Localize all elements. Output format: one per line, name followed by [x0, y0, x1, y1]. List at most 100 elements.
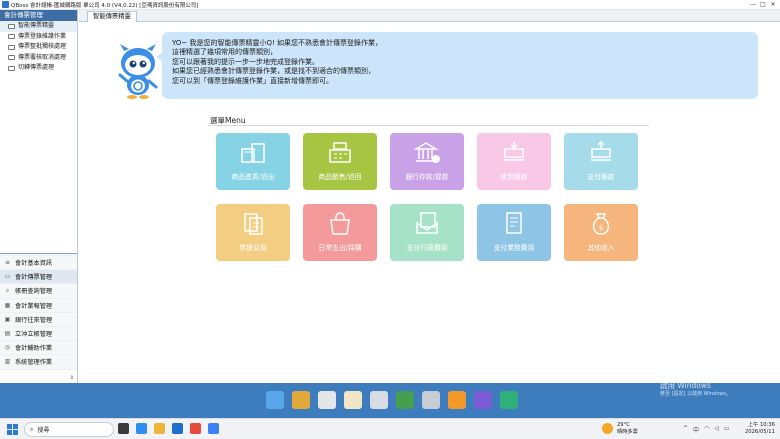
module-auxiliary[interactable]: ◎ 會計輔助作業 [0, 341, 77, 356]
tile-label: 支付行政費用 [406, 244, 448, 252]
wifi-icon[interactable]: ◠ [704, 425, 709, 434]
search-icon: ⌕ [30, 425, 34, 433]
message-line: 如果您已經熟悉會計傳票登錄作業，或是找不到適合的傳票類別， [172, 67, 375, 76]
search-icon: ⌕ [5, 287, 10, 295]
receive-money-icon [504, 142, 524, 161]
exit-icon[interactable] [500, 391, 518, 409]
tile-label: 日常支出/採購 [318, 244, 362, 252]
bank-icon [413, 142, 440, 163]
sidebar-item-label: 傳票登錄維護作業 [18, 32, 67, 40]
module-voucher[interactable]: ▭ 會計傳票管理 [0, 270, 77, 285]
windows-taskbar: ⌕ 搜尋 29°C 晴時多雲 ^ 中 ◠ ◁ ▭ 上午 10:36 2026/0… [0, 418, 780, 439]
language-icon[interactable]: 中 [693, 425, 699, 434]
chevron-up-icon[interactable]: ^ [683, 425, 688, 434]
scale-icon[interactable] [292, 391, 310, 409]
main-panel: 智能傳票精靈 YO~ 我是您的智能傳票精靈小Q! 如果您不熟悉會計傳票登錄作業，… [79, 10, 780, 383]
pay-money-icon [591, 140, 611, 161]
module-reports[interactable]: ▦ 會計業報管理 [0, 298, 77, 313]
tile-pay-account[interactable]: 支付帳款 [564, 133, 638, 190]
module-label: 立沖立帳管理 [15, 331, 53, 339]
system-tray: ^ 中 ◠ ◁ ▭ [683, 425, 735, 434]
tile-bill-cash[interactable]: 票據兌現 [216, 204, 290, 261]
folder-icon[interactable] [422, 391, 440, 409]
report-icon: ▦ [4, 301, 11, 309]
invoice-icon [506, 212, 522, 234]
tile-bank-deposit[interactable]: 銀行存款/提款 [390, 133, 464, 190]
module-label: 帳冊查詢管理 [15, 288, 53, 296]
weather-widget[interactable]: 29°C 晴時多雲 [602, 422, 638, 435]
module-basic-info[interactable]: ≡ 會計基本資訊 [0, 256, 77, 271]
windows-start-icon[interactable] [7, 424, 18, 435]
money-bag-icon: $ [592, 213, 610, 235]
q-icon[interactable] [474, 391, 492, 409]
folder-icon [8, 65, 15, 71]
qboss-icon[interactable] [208, 423, 219, 434]
tab-bar: 智能傳票精靈 [79, 10, 780, 22]
folder-icon: ▭ [4, 273, 11, 281]
module-system[interactable]: ▥ 系統管理作業 [0, 355, 77, 370]
module-label: 會計傳票管理 [15, 274, 53, 282]
scroll-arrows-icon[interactable]: ⇕ [70, 375, 74, 381]
sidebar-item-voucher-entry[interactable]: 傳票登錄維護作業 [0, 32, 77, 43]
store-icon[interactable] [172, 423, 183, 434]
register-icon [329, 142, 351, 163]
system-icon: ▥ [4, 358, 11, 366]
tab-smart-voucher[interactable]: 智能傳票精靈 [87, 11, 137, 22]
mail-document-icon [416, 212, 438, 234]
sidebar-item-label: 傳票整批獨核處理 [18, 43, 67, 50]
bin-icon[interactable] [396, 391, 414, 409]
close-button[interactable]: ✕ [768, 0, 778, 10]
sidebar-item-label: 傳票覆核取消處理 [18, 53, 67, 61]
folder-icon [8, 55, 15, 61]
bank-icon[interactable] [370, 391, 388, 409]
question-icon[interactable] [448, 391, 466, 409]
tile-sales-return[interactable]: 商品銷售/退回 [303, 133, 377, 190]
minimize-button[interactable]: — [748, 0, 758, 10]
receipt-icon[interactable] [344, 391, 362, 409]
maximize-button[interactable]: □ [758, 0, 768, 10]
module-label: 銀行往來管理 [15, 316, 53, 324]
tile-daily-expense[interactable]: 日常支出/採購 [303, 204, 377, 261]
sidebar-item-switch-voucher[interactable]: 切轉傳票處理 [0, 63, 77, 74]
sidebar-item-smart-voucher[interactable]: 智能傳票精靈 [0, 21, 77, 32]
explorer-icon[interactable] [154, 423, 165, 434]
taskbar-search[interactable]: ⌕ 搜尋 [24, 422, 114, 437]
check-icon[interactable] [318, 391, 336, 409]
task-view-icon[interactable] [118, 423, 129, 434]
clock[interactable]: 上午 10:36 2026/05/11 [745, 422, 775, 436]
sidebar: 會計傳票管理 智能傳票精靈 傳票登錄維護作業 傳票整批獨核處理 傳票覆核取消處理… [0, 10, 78, 383]
tile-purchase-return[interactable]: 商品進貨/退出 [216, 133, 290, 190]
module-ledger-query[interactable]: ⌕ 帳冊查詢管理 [0, 284, 77, 299]
windows-activation-watermark: 啟用 Windows 移至 [設定] 以啟用 Windows。 [660, 381, 731, 399]
sidebar-item-review-cancel[interactable]: 傳票覆核取消處理 [0, 53, 77, 64]
module-bank[interactable]: ▣ 銀行往來管理 [0, 312, 77, 327]
module-settlement[interactable]: ▤ 立沖立帳管理 [0, 326, 77, 342]
tile-receive-payment[interactable]: 收到帳款 [477, 133, 551, 190]
weather-desc: 晴時多雲 [617, 428, 638, 435]
svg-text:$: $ [599, 224, 603, 232]
app-icon [2, 1, 9, 8]
message-line: YO~ 我是您的智能傳票精靈小Q! 如果您不熟悉會計傳票登錄作業， [172, 39, 383, 47]
battery-icon[interactable]: ▭ [724, 425, 730, 434]
folder-icon [8, 34, 15, 40]
window-titlebar: QBoss 會計總帳-匯城網路版 單公司 4.0 (V4.0.22) [亞瑪資訊… [0, 0, 780, 10]
tile-label: 收到帳款 [500, 173, 528, 181]
message-line: 您可以跟著我的提示一步一步地完成登錄作業。 [172, 57, 319, 66]
edge-icon[interactable] [136, 423, 147, 434]
shopping-bag-icon [330, 212, 350, 235]
module-label: 會計輔助作業 [15, 345, 53, 353]
volume-icon[interactable]: ◁ [714, 425, 719, 434]
tile-label: 支付帳款 [587, 173, 615, 181]
message-line: 您可以到「傳票登錄維護作業」直接新增傳票即可。 [172, 76, 333, 85]
tile-label: 其他收入 [587, 244, 615, 252]
chrome-icon[interactable] [190, 423, 201, 434]
sidebar-item-batch-review[interactable]: 傳票整批獨核處理 [0, 42, 77, 53]
tile-admin-expense[interactable]: 支付行政費用 [390, 204, 464, 261]
sidebar-item-label: 切轉傳票處理 [18, 64, 55, 71]
tile-business-expense[interactable]: 支付業務費用 [477, 204, 551, 261]
search-placeholder: 搜尋 [37, 427, 50, 434]
sidebar-item-label: 智能傳票精靈 [18, 22, 55, 29]
bank-icon: ▣ [4, 315, 11, 323]
tile-other-income[interactable]: $ 其他收入 [564, 204, 638, 261]
mascot-icon[interactable] [266, 391, 284, 409]
